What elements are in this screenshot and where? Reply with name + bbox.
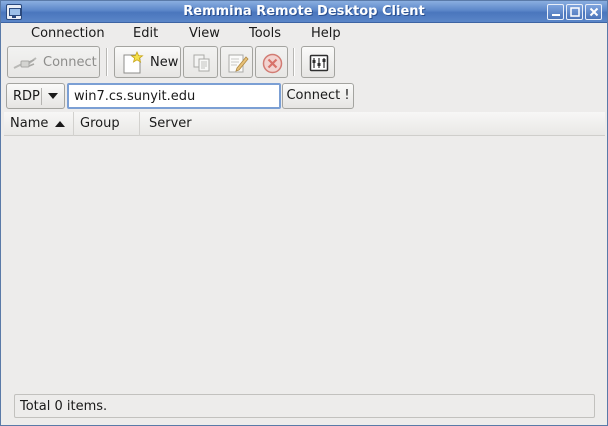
connect-button[interactable]: Connect <box>7 46 100 78</box>
close-icon <box>589 7 599 17</box>
list-header: Name Group Server <box>4 112 605 136</box>
new-icon <box>123 51 144 74</box>
title-bar[interactable]: Remmina Remote Desktop Client <box>1 1 607 23</box>
protocol-value: RDP <box>13 89 40 104</box>
column-group-label: Group <box>80 116 120 131</box>
new-button[interactable]: New <box>114 46 181 78</box>
copy-icon <box>193 54 210 72</box>
toolbar-separator <box>106 48 108 76</box>
column-name-label: Name <box>10 116 49 131</box>
connection-list[interactable]: Name Group Server <box>4 112 605 385</box>
toolbar: Connect New <box>2 44 606 81</box>
delete-icon <box>262 53 283 74</box>
quick-connect-bar: RDP Connect ! <box>2 81 606 111</box>
edit-icon <box>228 54 249 73</box>
menu-edit[interactable]: Edit <box>133 26 158 41</box>
maximize-icon <box>570 7 580 17</box>
server-input[interactable] <box>67 83 281 109</box>
chevron-down-icon <box>48 93 58 99</box>
preferences-button[interactable] <box>301 46 335 78</box>
status-text: Total 0 items. <box>20 399 108 414</box>
sort-ascending-icon <box>55 121 65 127</box>
column-header-server[interactable]: Server <box>140 112 605 136</box>
minimize-icon <box>552 14 560 16</box>
preferences-icon <box>309 54 329 72</box>
column-header-name[interactable]: Name <box>4 112 74 136</box>
toolbar-separator <box>293 48 295 76</box>
menu-view[interactable]: View <box>189 26 220 41</box>
window-title: Remmina Remote Desktop Client <box>183 4 425 19</box>
protocol-divider <box>41 88 42 105</box>
column-server-label: Server <box>149 116 192 131</box>
status-bar: Total 0 items. <box>14 394 595 418</box>
column-header-group[interactable]: Group <box>74 112 140 136</box>
protocol-select[interactable]: RDP <box>6 83 65 109</box>
new-button-label: New <box>150 55 179 70</box>
menu-help[interactable]: Help <box>311 26 341 41</box>
main-window: Remmina Remote Desktop Client Connection… <box>0 0 608 426</box>
menu-connection[interactable]: Connection <box>31 26 105 41</box>
minimize-button[interactable] <box>547 4 564 20</box>
menu-bar: Connection Edit View Tools Help <box>2 23 606 44</box>
connect-button-label: Connect <box>43 55 97 70</box>
quick-connect-button[interactable]: Connect ! <box>282 83 354 109</box>
menu-tools[interactable]: Tools <box>249 26 281 41</box>
maximize-button[interactable] <box>566 4 583 20</box>
edit-button[interactable] <box>220 46 253 78</box>
delete-button[interactable] <box>255 46 288 78</box>
copy-button[interactable] <box>183 46 218 78</box>
close-window-button[interactable] <box>585 4 602 20</box>
connect-icon <box>13 57 37 69</box>
